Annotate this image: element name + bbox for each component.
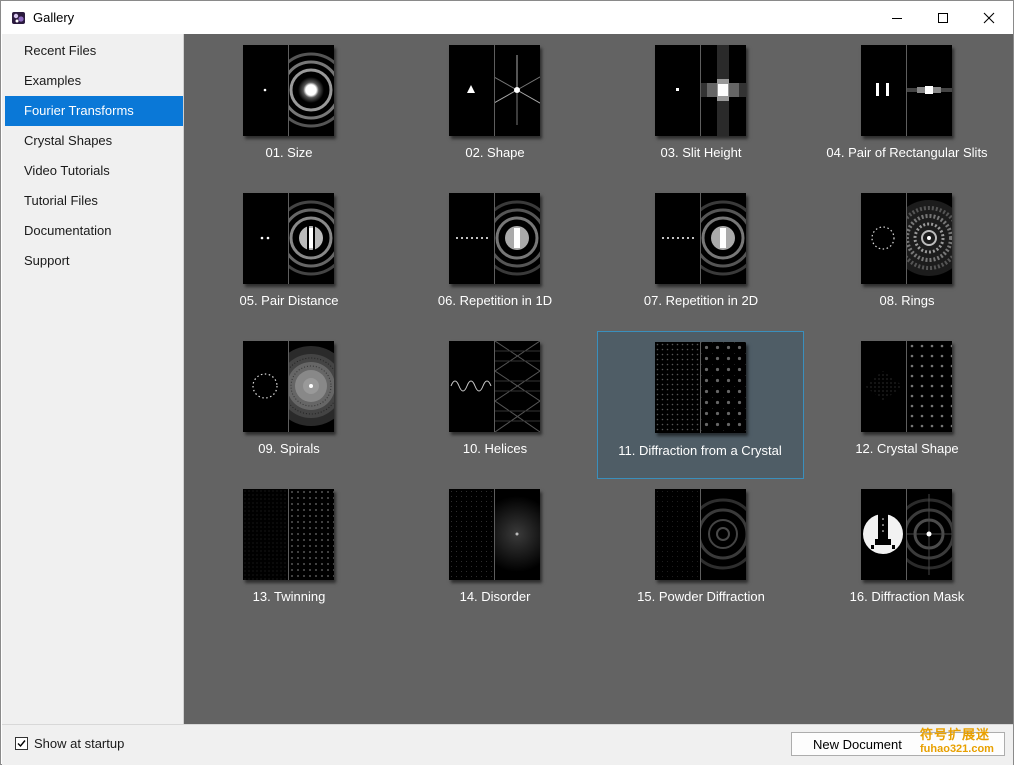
- show-at-startup-checkbox[interactable]: [15, 737, 28, 750]
- sidebar-item-support[interactable]: Support: [5, 246, 183, 276]
- checkmark-icon: [17, 740, 26, 748]
- gallery-item-label: 10. Helices: [462, 441, 528, 456]
- footer-bar: Show at startup New Document 符号扩展迷 fuhao…: [2, 724, 1013, 765]
- gallery-item-label: 05. Pair Distance: [239, 293, 339, 308]
- gallery-item-label: 11. Diffraction from a Crystal: [618, 443, 782, 458]
- minimize-icon: [892, 17, 902, 19]
- sidebar-item-label: Tutorial Files: [24, 193, 98, 208]
- sidebar-item-label: Fourier Transforms: [24, 103, 134, 118]
- maximize-icon: [938, 12, 948, 23]
- new-document-label: New Document: [813, 737, 902, 752]
- watermark-url: fuhao321.com: [920, 743, 994, 755]
- shape-thumbnail: [449, 45, 540, 136]
- sidebar-item-crystal-shapes[interactable]: Crystal Shapes: [5, 126, 183, 156]
- gallery-item-helices[interactable]: 10. Helices: [392, 330, 598, 478]
- gallery-item-label: 04. Pair of Rectangular Slits: [826, 145, 988, 160]
- size-thumbnail: [243, 45, 334, 136]
- close-icon: [983, 12, 995, 23]
- gallery-item-label: 16. Diffraction Mask: [849, 589, 965, 604]
- gallery-item-diffraction-mask[interactable]: 16. Diffraction Mask: [804, 478, 1010, 626]
- sidebar-item-label: Recent Files: [24, 43, 97, 58]
- spirals-thumbnail: [243, 341, 334, 432]
- sidebar-item-label: Video Tutorials: [24, 163, 110, 178]
- gallery-window: Gallery Recent Files Examples Fourier Tr…: [0, 0, 1014, 765]
- maximize-button[interactable]: [920, 1, 966, 34]
- gallery-item-label: 15. Powder Diffraction: [637, 589, 765, 604]
- minimize-button[interactable]: [874, 1, 920, 34]
- sidebar-item-label: Support: [24, 253, 70, 268]
- repetition-in-2d-thumbnail: [655, 193, 746, 284]
- rings-thumbnail: [861, 193, 952, 284]
- title-bar[interactable]: Gallery: [1, 1, 1013, 34]
- diffraction-from-a-crystal-thumbnail: [655, 342, 746, 433]
- crystal-shape-thumbnail: [861, 341, 952, 432]
- gallery-item-spirals[interactable]: 09. Spirals: [186, 330, 392, 478]
- gallery-item-slit-height[interactable]: 03. Slit Height: [598, 34, 804, 182]
- repetition-in-1d-thumbnail: [449, 193, 540, 284]
- gallery-item-diffraction-from-a-crystal[interactable]: 11. Diffraction from a Crystal: [597, 331, 804, 479]
- disorder-thumbnail: [449, 489, 540, 580]
- category-sidebar: Recent Files Examples Fourier Transforms…: [2, 34, 184, 724]
- gallery-item-size[interactable]: 01. Size: [186, 34, 392, 182]
- gallery-item-label: 13. Twinning: [252, 589, 326, 604]
- gallery-item-disorder[interactable]: 14. Disorder: [392, 478, 598, 626]
- gallery-item-label: 08. Rings: [879, 293, 935, 308]
- twinning-thumbnail: [243, 489, 334, 580]
- gallery-item-repetition-in-1d[interactable]: 06. Repetition in 1D: [392, 182, 598, 330]
- sidebar-item-label: Crystal Shapes: [24, 133, 113, 148]
- show-at-startup-label: Show at startup: [34, 736, 125, 751]
- gallery-item-crystal-shape[interactable]: 12. Crystal Shape: [804, 330, 1010, 478]
- gallery-item-label: 01. Size: [265, 145, 313, 160]
- sidebar-item-tutorial-files[interactable]: Tutorial Files: [5, 186, 183, 216]
- diffraction-mask-thumbnail: [861, 489, 952, 580]
- gallery-item-label: 09. Spirals: [258, 441, 320, 456]
- sidebar-item-documentation[interactable]: Documentation: [5, 216, 183, 246]
- gallery-item-label: 07. Repetition in 2D: [643, 293, 759, 308]
- pair-of-rectangular-slits-thumbnail: [861, 45, 952, 136]
- app-logo-icon: [12, 12, 25, 24]
- sidebar-item-label: Documentation: [24, 223, 112, 238]
- sidebar-item-video-tutorials[interactable]: Video Tutorials: [5, 156, 183, 186]
- slit-height-thumbnail: [655, 45, 746, 136]
- gallery-item-pair-distance[interactable]: 05. Pair Distance: [186, 182, 392, 330]
- gallery-item-repetition-in-2d[interactable]: 07. Repetition in 2D: [598, 182, 804, 330]
- gallery-item-label: 06. Repetition in 1D: [437, 293, 553, 308]
- gallery-item-label: 02. Shape: [465, 145, 525, 160]
- helices-thumbnail: [449, 341, 540, 432]
- watermark-text: 符号扩展迷: [920, 727, 991, 742]
- sidebar-item-fourier-transforms[interactable]: Fourier Transforms: [5, 96, 183, 126]
- gallery-item-label: 03. Slit Height: [660, 145, 742, 160]
- pair-distance-thumbnail: [243, 193, 334, 284]
- sidebar-item-label: Examples: [24, 73, 82, 88]
- gallery-item-shape[interactable]: 02. Shape: [392, 34, 598, 182]
- powder-diffraction-thumbnail: [655, 489, 746, 580]
- gallery-item-pair-of-rectangular-slits[interactable]: 04. Pair of Rectangular Slits: [804, 34, 1010, 182]
- gallery-item-twinning[interactable]: 13. Twinning: [186, 478, 392, 626]
- gallery-grid: 01. Size 02. Shape 03. Slit Height 04. P…: [184, 34, 1013, 724]
- gallery-item-label: 12. Crystal Shape: [855, 441, 959, 456]
- sidebar-item-recent-files[interactable]: Recent Files: [5, 36, 183, 66]
- gallery-item-label: 14. Disorder: [459, 589, 531, 604]
- window-title: Gallery: [33, 10, 75, 25]
- close-button[interactable]: [966, 1, 1012, 34]
- gallery-item-powder-diffraction[interactable]: 15. Powder Diffraction: [598, 478, 804, 626]
- sidebar-item-examples[interactable]: Examples: [5, 66, 183, 96]
- gallery-item-rings[interactable]: 08. Rings: [804, 182, 1010, 330]
